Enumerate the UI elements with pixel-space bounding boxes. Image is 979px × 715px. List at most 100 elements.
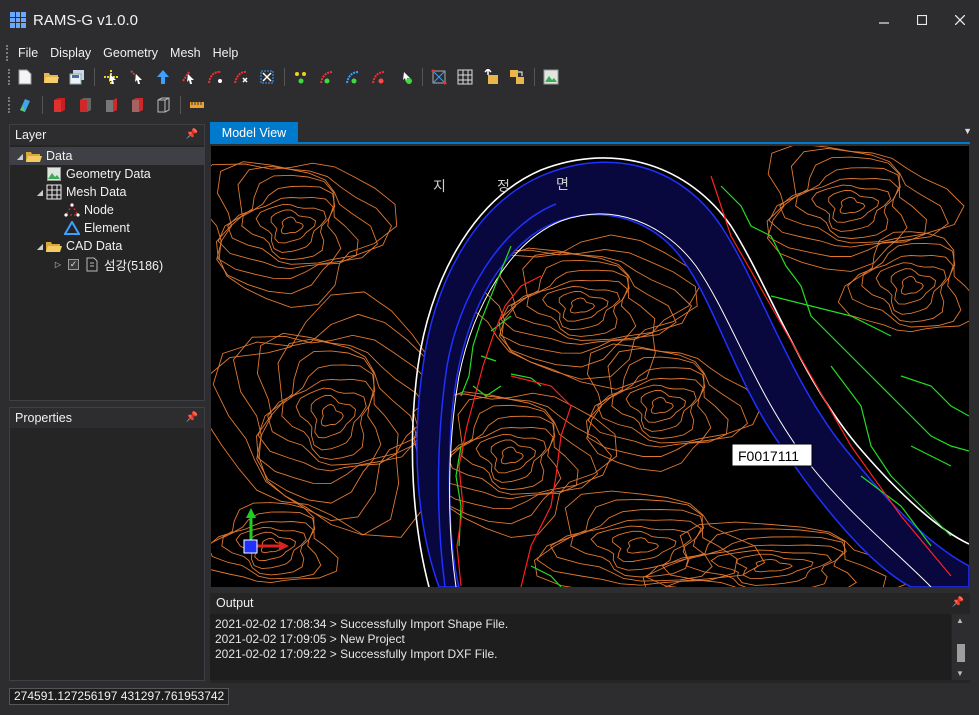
scroll-up-icon[interactable]: ▲ [956,616,964,625]
menu-grip [6,45,9,61]
menu-geometry[interactable]: Geometry [97,46,164,60]
menu-mesh[interactable]: Mesh [164,46,207,60]
save-icon [69,70,84,85]
box-front-button[interactable] [74,94,96,116]
box-back-button[interactable] [126,94,148,116]
menu-file[interactable]: File [12,46,44,60]
properties-panel: Properties 📌 [9,407,205,681]
model-view-canvas[interactable]: F0017111 지 정 면 [211,146,969,587]
menu-help[interactable]: Help [207,46,245,60]
collapse-icon[interactable]: ◢ [34,188,46,197]
curve-edit-button[interactable] [368,66,390,88]
curve-add-button[interactable] [342,66,364,88]
box-outline-button[interactable] [152,94,174,116]
tab-dropdown-icon[interactable]: ▼ [963,126,972,136]
menu-bar: File Display Geometry Mesh Help [0,42,979,64]
pin-icon[interactable]: 📌 [952,593,964,613]
tree-item-cad[interactable]: ◢ CAD Data [10,237,204,255]
tree-label-cad-layer: 섬강(5186) [104,258,164,273]
save-button[interactable] [66,66,88,88]
output-panel: Output 📌 2021-02-02 17:08:34 > Successfu… [210,593,970,683]
document-tab-strip: Model View ▼ [210,122,972,144]
mesh-grid-icon [457,69,473,85]
layer-color-button[interactable] [14,94,36,116]
minimize-icon [879,22,889,24]
new-file-button[interactable] [14,66,36,88]
scroll-thumb[interactable] [957,644,965,662]
ruler-icon [190,102,204,108]
separator [284,68,285,86]
menu-display[interactable]: Display [44,46,97,60]
scroll-down-icon[interactable]: ▼ [956,669,964,678]
image-button[interactable] [540,66,562,88]
expand-icon[interactable]: ▷ [52,260,64,269]
new-file-icon [18,69,32,85]
properties-panel-title: Properties [15,411,72,425]
tree-label-node: Node [84,203,114,217]
tree-label-mesh: Mesh Data [66,185,127,199]
add-point-button[interactable] [152,66,174,88]
cad-file-icon [84,256,100,272]
maximize-button[interactable] [903,0,941,40]
toolbar-grip [8,69,11,85]
title-bar: RAMS-G v1.0.0 [0,0,979,40]
box-front-icon [80,98,91,112]
tree-item-element[interactable]: Element [10,219,204,237]
tree-item-geometry[interactable]: Geometry Data [10,165,204,183]
add-point-icon [157,70,169,84]
box-back-icon [132,98,143,112]
mesh-generate-button[interactable] [428,66,450,88]
node-icon [64,202,80,218]
edit-line-icon [208,70,222,84]
box-outline-icon [157,97,170,113]
delete-line-button[interactable] [256,66,278,88]
move-node-button[interactable] [126,66,148,88]
split-line-button[interactable] [230,66,252,88]
secondary-toolbar [8,93,212,117]
select-line-button[interactable] [178,66,200,88]
cad-map[interactable]: F0017111 지 정 면 [211,146,969,587]
map-text-3: 면 [556,177,569,193]
collapse-icon[interactable]: ◢ [14,152,26,161]
layer-panel: Layer 📌 ◢ Data Geometry Data ◢ Mesh Data… [9,124,205,401]
box-side-button[interactable] [100,94,122,116]
tree-item-node[interactable]: Node [10,201,204,219]
log-line: 2021-02-02 17:08:34 > Successfully Impor… [215,617,509,631]
close-button[interactable] [941,0,979,40]
separator [422,68,423,86]
toolbar-grip [8,97,11,113]
select-node-button[interactable] [100,66,122,88]
output-scrollbar[interactable]: ▲ ▼ [952,614,970,680]
edit-line-button[interactable] [204,66,226,88]
tree-item-data[interactable]: ◢ Data [10,147,204,165]
import-icon [484,69,498,84]
layer-visibility-checkbox[interactable]: ✓ [68,258,79,270]
box-red-button[interactable] [48,94,70,116]
close-icon [955,15,965,25]
tree-item-cad-layer[interactable]: ▷ ✓ 섬강(5186) [10,255,204,273]
import-button[interactable] [480,66,502,88]
box-side-icon [106,98,117,112]
layer-tree: ◢ Data Geometry Data ◢ Mesh Data Node El… [10,145,204,273]
tab-model-view[interactable]: Model View [210,122,298,144]
log-line: 2021-02-02 17:09:22 > Successfully Impor… [215,647,498,661]
collapse-icon[interactable]: ◢ [34,242,46,251]
node-add-icon [295,72,306,84]
mesh-generate-icon [431,69,447,85]
node-check-button[interactable] [394,66,416,88]
node-add-button[interactable] [290,66,312,88]
pin-icon[interactable]: 📌 [186,125,198,145]
mesh-grid-button[interactable] [454,66,476,88]
tree-item-mesh[interactable]: ◢ Mesh Data [10,183,204,201]
line-add-button[interactable] [316,66,338,88]
output-log[interactable]: 2021-02-02 17:08:34 > Successfully Impor… [210,614,951,680]
pin-icon[interactable]: 📌 [186,408,198,428]
minimize-button[interactable] [865,0,903,40]
export-button[interactable] [506,66,528,88]
open-button[interactable] [40,66,62,88]
layer-color-icon [20,99,30,112]
ruler-button[interactable] [186,94,208,116]
feature-label-text: F0017111 [738,448,799,464]
delete-line-icon [260,70,274,84]
window-frame [0,708,979,715]
